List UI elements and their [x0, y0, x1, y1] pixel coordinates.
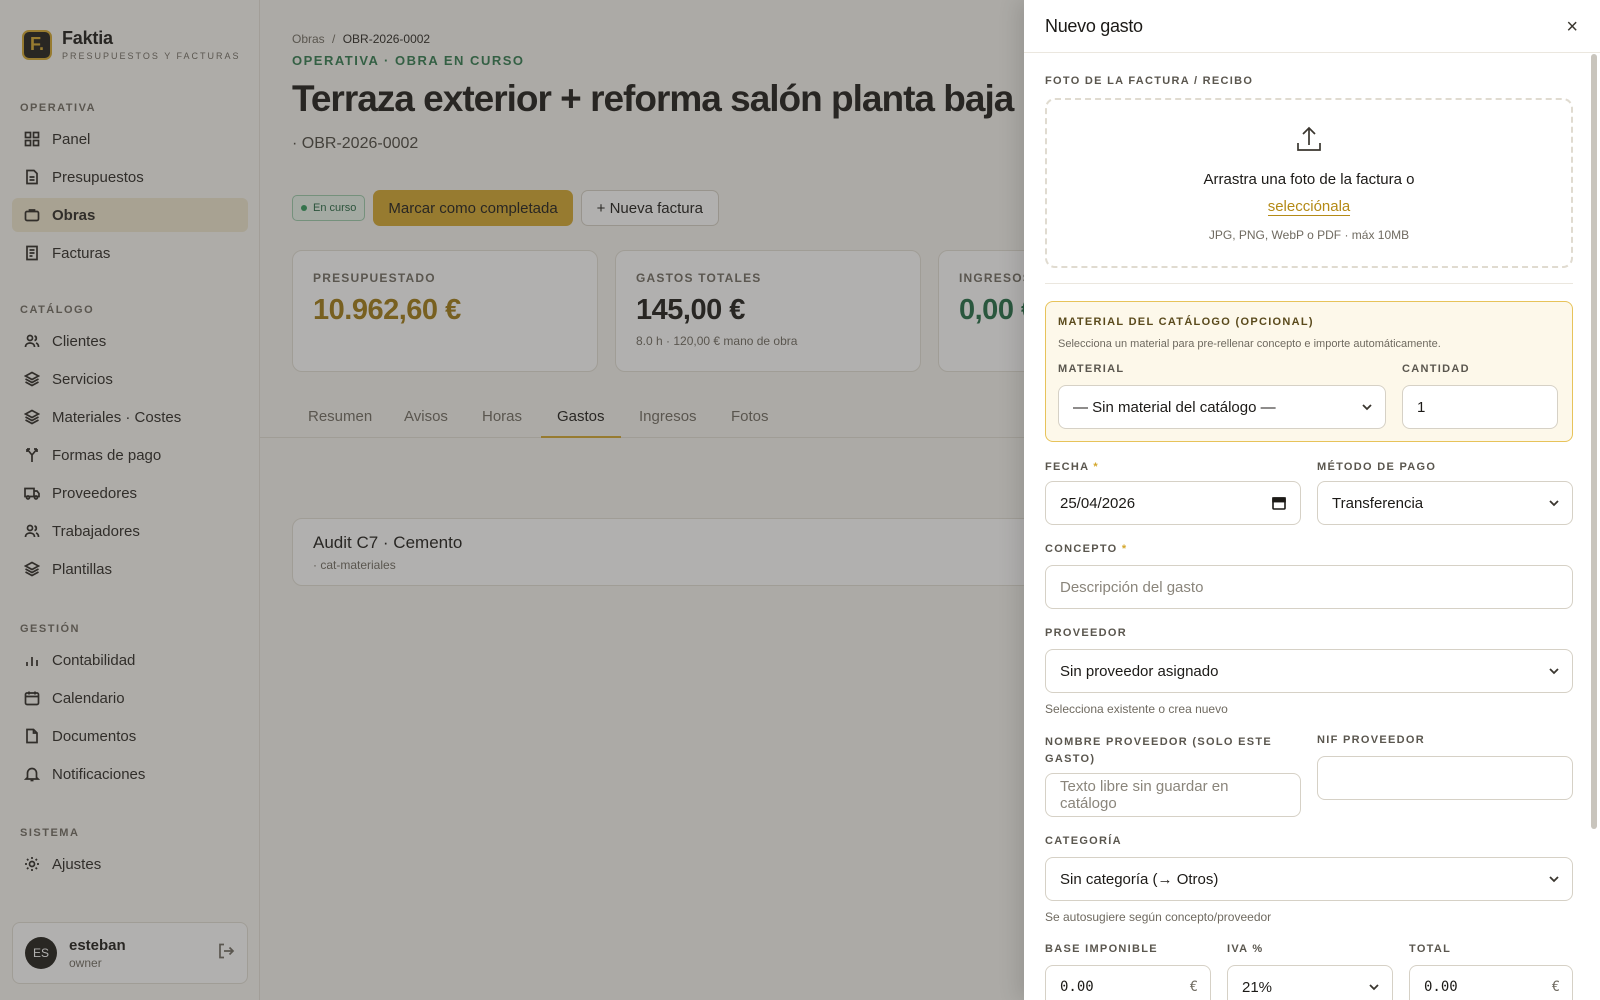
payment-method-select[interactable]: Transferencia	[1317, 481, 1573, 525]
base-amount-input[interactable]: 0.00 €	[1045, 965, 1211, 1000]
payment-method-value: Transferencia	[1332, 494, 1424, 512]
concept-label-text: CONCEPTO	[1045, 543, 1118, 555]
currency-suffix: €	[1189, 979, 1198, 995]
divider	[1045, 283, 1573, 284]
supplier-name-label: NOMBRE PROVEEDOR (SOLO ESTE GASTO)	[1045, 736, 1273, 765]
dropzone-note: JPG, PNG, WebP o PDF · máx 10MB	[1208, 228, 1410, 242]
required-mark: *	[1121, 543, 1128, 555]
supplier-name-input[interactable]: Texto libre sin guardar en catálogo	[1045, 773, 1301, 817]
chevron-down-icon	[1368, 980, 1380, 992]
dropzone-select-link[interactable]: selecciónala	[1047, 198, 1571, 216]
base-amount-value: 0.00	[1060, 979, 1094, 995]
category-label: CATEGORÍA	[1045, 835, 1122, 847]
chevron-down-icon	[1548, 664, 1560, 676]
category-select-value: Sin categoría (→ Otros)	[1060, 870, 1219, 888]
date-input-value: 25/04/2026	[1060, 494, 1136, 512]
close-icon[interactable]: ×	[1566, 16, 1578, 39]
date-label: FECHA *	[1045, 461, 1099, 473]
required-mark: *	[1093, 461, 1099, 473]
chevron-down-icon	[1361, 400, 1373, 412]
payment-method-label: MÉTODO DE PAGO	[1317, 461, 1437, 473]
dropzone-link-text[interactable]: selecciónala	[1267, 198, 1351, 216]
category-hint: Se autosugiere según concepto/proveedor	[1045, 910, 1272, 924]
total-value: 0.00	[1424, 979, 1458, 995]
vat-select-value: 21%	[1242, 978, 1273, 996]
supplier-nif-label: NIF PROVEEDOR	[1317, 734, 1425, 746]
supplier-nif-input[interactable]	[1317, 756, 1573, 800]
material-select[interactable]: — Sin material del catálogo —	[1058, 385, 1386, 429]
total-label: TOTAL	[1409, 943, 1452, 955]
calendar-icon[interactable]	[1272, 496, 1286, 514]
drawer-header: Nuevo gasto ×	[1024, 0, 1600, 53]
quantity-input[interactable]: 1	[1402, 385, 1558, 429]
invoice-photo-dropzone[interactable]: Arrastra una foto de la factura o selecc…	[1045, 98, 1573, 268]
dropzone-text: Arrastra una foto de la factura o	[1203, 171, 1415, 188]
concept-label: CONCEPTO *	[1045, 543, 1128, 555]
total-input[interactable]: 0.00 €	[1409, 965, 1573, 1000]
currency-suffix: €	[1551, 979, 1560, 995]
category-select[interactable]: Sin categoría (→ Otros)	[1045, 857, 1573, 901]
supplier-select-value: Sin proveedor asignado	[1060, 662, 1219, 680]
concept-input[interactable]: Descripción del gasto	[1045, 565, 1573, 609]
chevron-down-icon	[1548, 496, 1560, 508]
supplier-label: PROVEEDOR	[1045, 627, 1127, 639]
drawer-scrollbar[interactable]	[1591, 54, 1597, 829]
vat-select[interactable]: 21%	[1227, 965, 1393, 1000]
base-amount-label: BASE IMPONIBLE	[1045, 943, 1158, 955]
chevron-down-icon	[1548, 872, 1560, 884]
material-select-value: — Sin material del catálogo —	[1073, 398, 1276, 416]
drawer-title: Nuevo gasto	[1045, 16, 1143, 36]
vat-label: IVA %	[1227, 943, 1264, 955]
supplier-select[interactable]: Sin proveedor asignado	[1045, 649, 1573, 693]
material-label: MATERIAL	[1058, 363, 1125, 375]
upload-icon	[1294, 124, 1324, 154]
new-expense-drawer: Nuevo gasto × FOTO DE LA FACTURA / RECIB…	[1024, 0, 1600, 1000]
photo-label: FOTO DE LA FACTURA / RECIBO	[1045, 75, 1254, 87]
catalog-heading: MATERIAL DEL CATÁLOGO (OPCIONAL)	[1058, 316, 1314, 328]
date-label-text: FECHA	[1045, 461, 1089, 473]
date-input[interactable]: 25/04/2026	[1045, 481, 1301, 525]
supplier-hint: Selecciona existente o crea nuevo	[1045, 702, 1228, 716]
quantity-label: CANTIDAD	[1402, 363, 1470, 375]
catalog-help: Selecciona un material para pre-rellenar…	[1058, 338, 1441, 350]
